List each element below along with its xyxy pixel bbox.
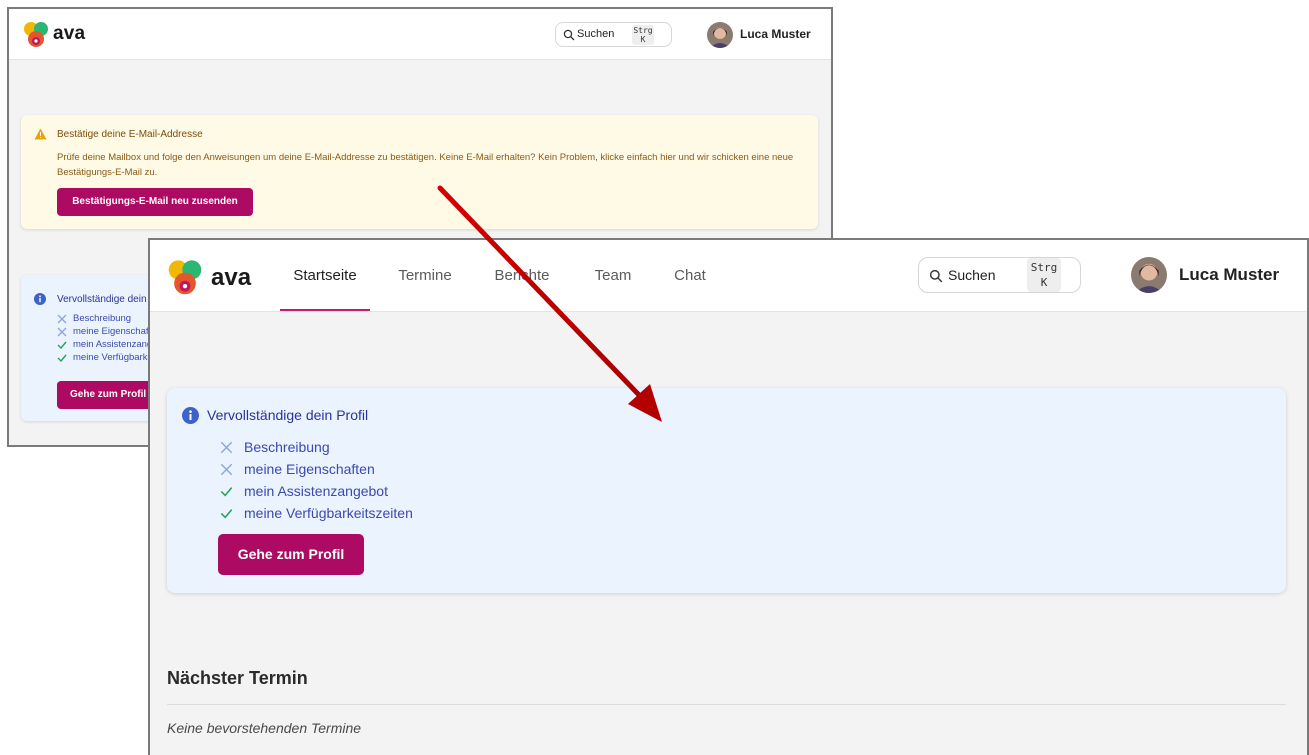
empty-appointments-text: Keine bevorstehenden Termine bbox=[167, 720, 362, 736]
checklist-item: meine Verfügbarkeitszeiten bbox=[220, 502, 413, 524]
top-bar: ava Suchen Strg K Luca Muster bbox=[9, 9, 831, 60]
nav-tab-chat[interactable]: Chat bbox=[660, 240, 720, 311]
go-to-profile-button[interactable]: Gehe zum Profil bbox=[218, 534, 364, 575]
divider bbox=[167, 704, 1286, 705]
checklist-item: Beschreibung bbox=[220, 436, 413, 458]
checklist-label: Beschreibung bbox=[244, 439, 330, 455]
current-version-window: ava Startseite Termine Berichte Team Cha… bbox=[148, 238, 1309, 755]
info-icon bbox=[182, 407, 199, 424]
search-button[interactable]: Suchen Strg K bbox=[555, 22, 672, 47]
checklist-label: Beschreibung bbox=[73, 313, 132, 324]
cross-icon bbox=[57, 327, 67, 337]
cross-icon bbox=[220, 441, 233, 454]
cross-icon bbox=[220, 463, 233, 476]
shortcut-badge: Strg K bbox=[632, 25, 654, 45]
checklist-item: meine Eigenschaften bbox=[220, 458, 413, 480]
profile-checklist: Beschreibung meine Eigenschaften mein As… bbox=[220, 436, 413, 524]
shortcut-key-k: K bbox=[1040, 276, 1048, 289]
check-icon bbox=[220, 509, 233, 519]
checklist-label: meine Eigenschaften bbox=[244, 461, 375, 477]
brand-name: ava bbox=[211, 264, 252, 291]
warning-icon bbox=[34, 128, 47, 140]
nav-tab-startseite[interactable]: Startseite bbox=[280, 240, 370, 311]
user-name[interactable]: Luca Muster bbox=[1179, 265, 1279, 285]
top-bar: ava Startseite Termine Berichte Team Cha… bbox=[150, 240, 1307, 312]
alert-title: Bestätige deine E-Mail-Addresse bbox=[57, 129, 203, 140]
search-button[interactable]: Suchen Strg K bbox=[918, 257, 1081, 293]
email-confirmation-alert: Bestätige deine E-Mail-Addresse Prüfe de… bbox=[21, 115, 818, 229]
search-icon bbox=[929, 269, 943, 283]
shortcut-key-ctrl: Strg bbox=[1030, 261, 1058, 274]
checklist-item: mein Assistenzangebot bbox=[220, 480, 413, 502]
checklist-label: mein Assistenzangebot bbox=[244, 483, 388, 499]
nav-tab-termine[interactable]: Termine bbox=[383, 240, 467, 311]
checklist-label: meine Verfügbarkeitszeiten bbox=[244, 505, 413, 521]
ava-logo-icon[interactable] bbox=[23, 21, 49, 49]
info-icon bbox=[34, 293, 46, 305]
alert-text: Prüfe deine Mailbox und folge den Anweis… bbox=[57, 152, 794, 178]
alert-title: Vervollständige dein Profil bbox=[207, 407, 369, 423]
user-name[interactable]: Luca Muster bbox=[740, 27, 811, 41]
next-appointment-heading: Nächster Termin bbox=[167, 668, 308, 688]
search-label: Suchen bbox=[577, 28, 615, 40]
resend-email-button[interactable]: Bestätigungs-E-Mail neu zusenden bbox=[57, 188, 253, 216]
check-icon bbox=[57, 354, 67, 363]
check-icon bbox=[57, 341, 67, 350]
shortcut-badge: Strg K bbox=[1027, 258, 1061, 292]
shortcut-key-k: K bbox=[640, 35, 646, 44]
profile-completion-alert: Vervollständige dein Profil Beschreibung… bbox=[167, 388, 1286, 593]
nav-tab-berichte[interactable]: Berichte bbox=[480, 240, 564, 311]
brand-name: ava bbox=[53, 23, 86, 44]
search-icon bbox=[563, 29, 575, 41]
avatar[interactable] bbox=[1131, 257, 1167, 293]
check-icon bbox=[220, 487, 233, 497]
search-label: Suchen bbox=[948, 267, 996, 283]
ava-logo-icon[interactable] bbox=[167, 259, 203, 297]
shortcut-key-ctrl: Strg bbox=[633, 26, 653, 35]
cross-icon bbox=[57, 314, 67, 324]
avatar[interactable] bbox=[707, 22, 733, 48]
nav-tab-team[interactable]: Team bbox=[575, 240, 651, 311]
